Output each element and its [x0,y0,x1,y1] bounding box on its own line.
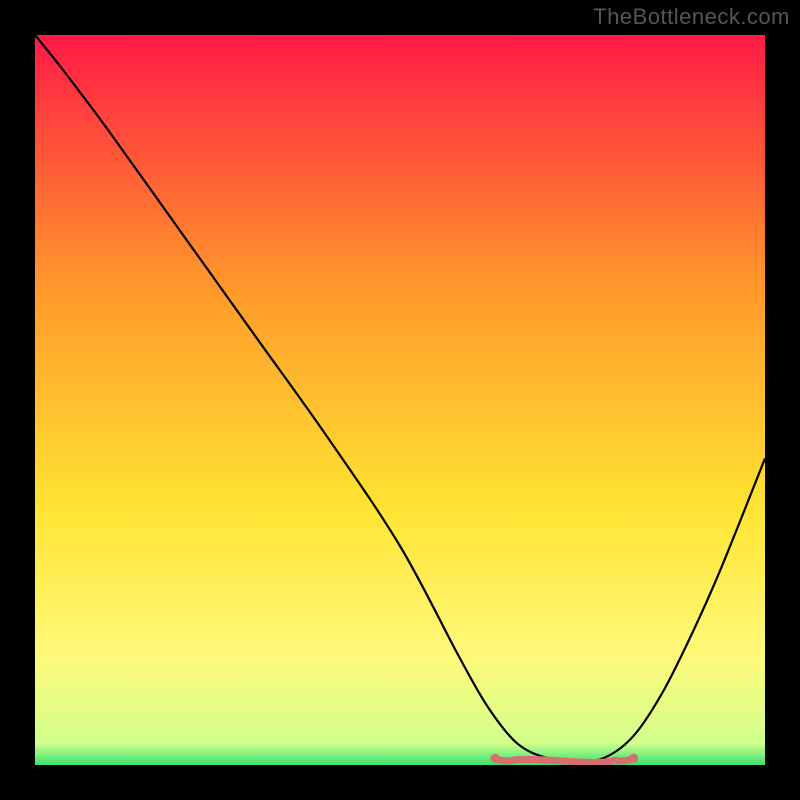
optimal-band [495,758,634,762]
plot-svg [35,35,765,765]
optimal-band-endcap-left [490,754,499,763]
watermark-text: TheBottleneck.com [593,4,790,30]
gradient-rect [35,35,765,765]
chart-frame: TheBottleneck.com [0,0,800,800]
heatmap-plot [35,35,765,765]
optimal-band-endcap-right [629,754,638,763]
